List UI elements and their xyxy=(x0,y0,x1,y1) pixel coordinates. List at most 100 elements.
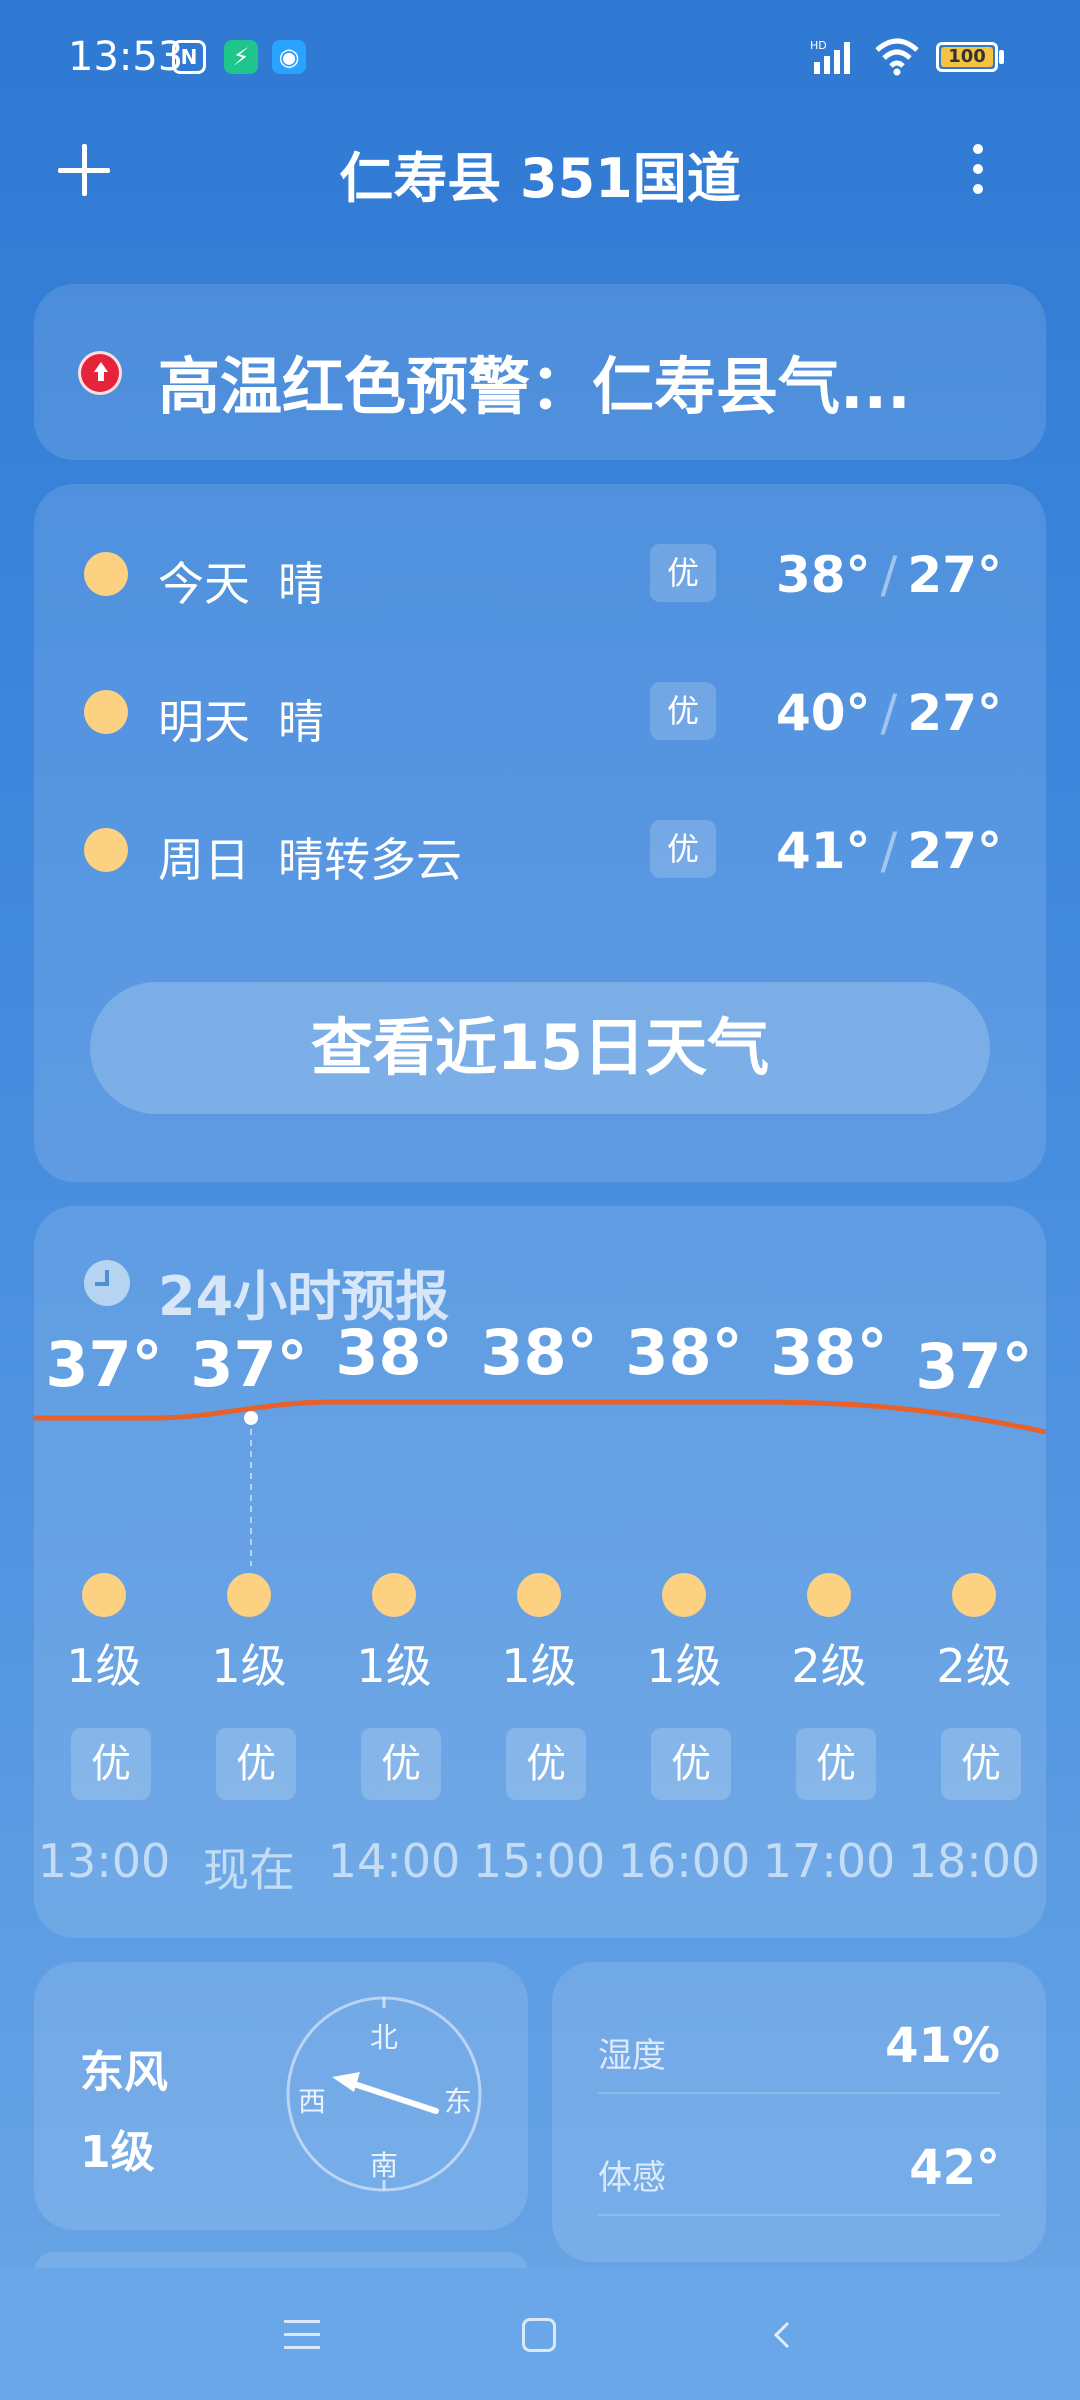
hour-temp: 38° xyxy=(335,1316,453,1389)
temp-high: 40° xyxy=(775,684,871,742)
sun-icon xyxy=(84,690,128,734)
forecast-condition: 晴 xyxy=(278,695,324,749)
sun-icon xyxy=(662,1573,706,1617)
temp-low: 27° xyxy=(907,822,1002,880)
city-title: 仁寿县 351国道 xyxy=(339,147,741,210)
hour-wind: 2级 xyxy=(791,1639,867,1693)
forecast-temps: 38°/27° xyxy=(775,546,1002,604)
sun-icon xyxy=(227,1573,271,1617)
wind-arrow-head xyxy=(332,2072,360,2092)
details-card[interactable]: 湿度 41% 体感 42° xyxy=(552,1962,1046,2262)
aqi-badge: 优 xyxy=(71,1728,151,1800)
hour-wind: 1级 xyxy=(66,1639,142,1693)
aqi-badge: 优 xyxy=(650,820,716,878)
forecast-temps: 41°/27° xyxy=(775,822,1002,880)
aqi-badge: 优 xyxy=(651,1728,731,1800)
forecast-row[interactable]: 今天 晴 优 38°/27° xyxy=(34,534,1046,614)
hour-temp: 38° xyxy=(480,1316,598,1389)
detail-value: 42° xyxy=(909,2140,1000,2196)
wifi-icon xyxy=(875,38,919,76)
top-bar: 仁寿县 351国道 xyxy=(0,120,1080,220)
status-bar: 13:53 N ⚡ ◉ HD 100 xyxy=(0,0,1080,110)
hour-wind: 2级 xyxy=(936,1639,1012,1693)
sun-icon xyxy=(84,552,128,596)
signal-hd-label: HD xyxy=(810,39,827,52)
battery-cap xyxy=(999,50,1004,64)
compass-east: 东 xyxy=(444,2085,473,2118)
forecast-condition: 晴转多云 xyxy=(278,833,462,887)
compass: 北 南 西 东 xyxy=(284,1994,484,2194)
hour-temp: 37° xyxy=(45,1328,163,1401)
detail-row: 湿度 41% xyxy=(598,1992,1000,2094)
navigation-bar xyxy=(0,2268,1080,2400)
compass-south: 南 xyxy=(370,2149,399,2182)
hour-time: 13:00 xyxy=(37,1834,171,1888)
nfc-icon: N xyxy=(172,40,206,74)
alert-card[interactable]: 高温红色预警：仁寿县气... xyxy=(34,284,1046,460)
menu-nav-button[interactable] xyxy=(284,2320,320,2350)
hour-time: 18:00 xyxy=(907,1834,1041,1888)
sun-icon xyxy=(84,828,128,872)
sun-icon xyxy=(807,1573,851,1617)
wind-direction: 东风 xyxy=(80,2047,168,2098)
forecast-day: 今天 xyxy=(158,557,250,611)
detail-row: 体感 42° xyxy=(598,2114,1000,2216)
sun-icon xyxy=(952,1573,996,1617)
detail-label: 湿度 xyxy=(598,2036,666,2076)
hour-wind: 1级 xyxy=(211,1639,287,1693)
shield-icon: ⚡ xyxy=(224,40,258,74)
aqi-badge: 优 xyxy=(216,1728,296,1800)
sun-icon xyxy=(517,1573,561,1617)
sun-icon xyxy=(372,1573,416,1617)
aqi-badge: 优 xyxy=(941,1728,1021,1800)
back-nav-button[interactable] xyxy=(768,2320,798,2350)
temp-low: 27° xyxy=(907,546,1002,604)
forecast-row[interactable]: 明天 晴 优 40°/27° xyxy=(34,672,1046,752)
temp-high: 38° xyxy=(775,546,871,604)
detail-value: 41% xyxy=(885,2018,1000,2074)
hour-temp: 37° xyxy=(190,1328,308,1401)
hour-wind: 1级 xyxy=(356,1639,432,1693)
message-app-icon: ◉ xyxy=(272,40,306,74)
daily-forecast-card: 今天 晴 优 38°/27° 明天 晴 优 40°/27° 周日 晴转多云 优 … xyxy=(34,484,1046,1182)
now-marker-dot xyxy=(244,1411,258,1425)
wind-level: 1级 xyxy=(80,2127,155,2178)
forecast-temps: 40°/27° xyxy=(775,684,1002,742)
signal-icon: HD xyxy=(810,39,850,74)
forecast-day: 明天 xyxy=(158,695,250,749)
aqi-badge: 优 xyxy=(650,682,716,740)
hour-temp: 38° xyxy=(625,1316,743,1389)
hour-wind: 1级 xyxy=(501,1639,577,1693)
sun-icon xyxy=(82,1573,126,1617)
temperature-line xyxy=(34,1399,1046,1435)
home-nav-button[interactable] xyxy=(522,2318,556,2352)
aqi-badge: 优 xyxy=(650,544,716,602)
hour-time: 14:00 xyxy=(327,1834,461,1888)
detail-label: 体感 xyxy=(598,2158,666,2198)
clock-icon xyxy=(84,1260,130,1306)
battery-level: 100 xyxy=(941,47,993,67)
forecast-day: 周日 xyxy=(158,833,250,887)
aqi-badge: 优 xyxy=(796,1728,876,1800)
warning-arrow-icon xyxy=(78,351,122,395)
aqi-badge: 优 xyxy=(506,1728,586,1800)
hourly-forecast-card[interactable]: 24小时预报 37° 1级 优 13:00 37° 1级 优 现在 38° 1级… xyxy=(34,1206,1046,1938)
status-time: 13:53 xyxy=(68,34,184,80)
wind-card[interactable]: 东风 1级 北 南 西 东 xyxy=(34,1962,528,2230)
compass-north: 北 xyxy=(370,2021,399,2054)
temp-low: 27° xyxy=(907,684,1002,742)
hour-temp: 37° xyxy=(915,1330,1033,1403)
hour-time: 15:00 xyxy=(472,1834,606,1888)
hour-temp: 38° xyxy=(770,1316,888,1389)
hour-time: 16:00 xyxy=(617,1834,751,1888)
hour-time: 17:00 xyxy=(762,1834,896,1888)
forecast-condition: 晴 xyxy=(278,557,324,611)
hour-wind: 1级 xyxy=(646,1639,722,1693)
hour-time: 现在 xyxy=(203,1843,295,1897)
compass-west: 西 xyxy=(298,2085,327,2118)
aqi-badge: 优 xyxy=(361,1728,441,1800)
forecast-row[interactable]: 周日 晴转多云 优 41°/27° xyxy=(34,810,1046,890)
view-15-day-button[interactable]: 查看近15日天气 xyxy=(90,982,990,1114)
alert-text: 高温红色预警：仁寿县气... xyxy=(158,350,911,423)
more-options-button[interactable] xyxy=(968,140,988,200)
